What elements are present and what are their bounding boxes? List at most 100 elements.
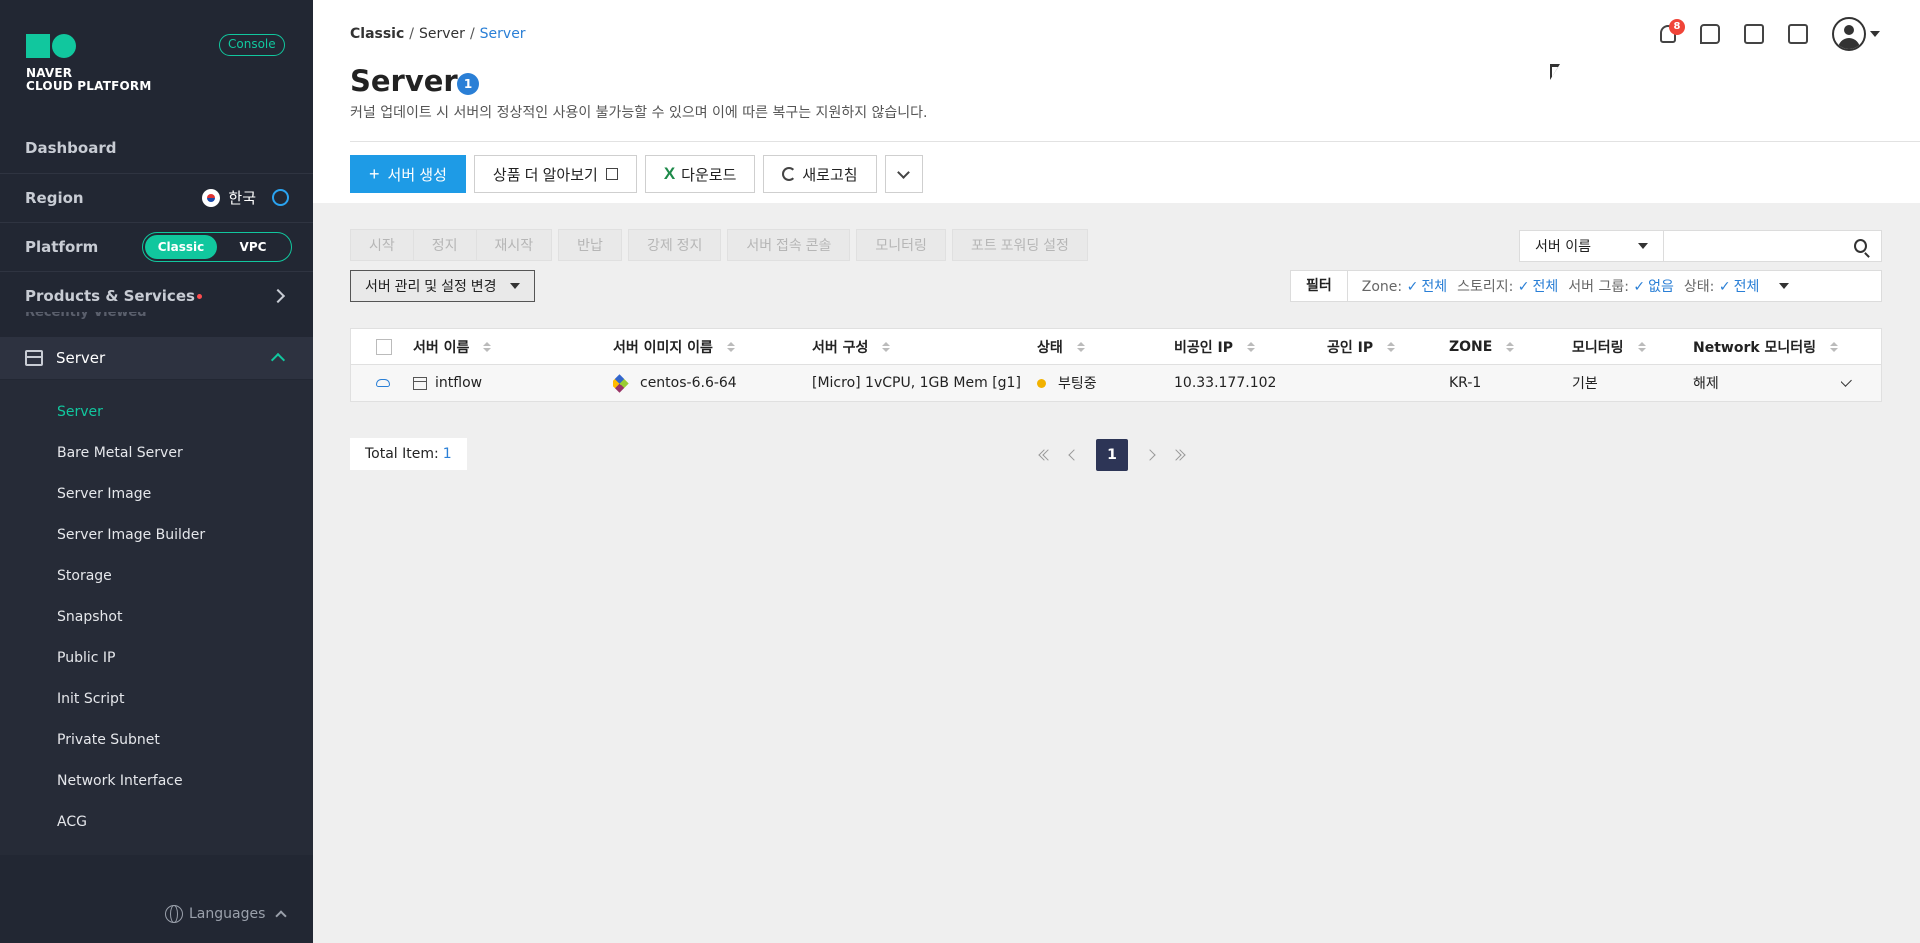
caret-down-icon: [1870, 31, 1880, 37]
restart-button[interactable]: 재시작: [476, 229, 553, 261]
submenu-item-storage[interactable]: Storage: [0, 556, 313, 597]
breadcrumb-item-server[interactable]: Server: [419, 26, 465, 42]
submenu-item-private-subnet[interactable]: Private Subnet: [0, 720, 313, 761]
search-icon[interactable]: [1853, 239, 1867, 253]
breadcrumb-item-classic[interactable]: Classic: [350, 26, 404, 42]
server-submenu: Server Bare Metal Server Server Image Se…: [0, 380, 313, 855]
gear-icon[interactable]: [272, 189, 289, 206]
search-field-select[interactable]: 서버 이름: [1520, 231, 1664, 261]
plus-icon: +: [369, 163, 380, 184]
submenu-item-init-script[interactable]: Init Script: [0, 679, 313, 720]
column-network-monitoring[interactable]: Network 모니터링: [1693, 329, 1873, 364]
divider: [350, 141, 1920, 142]
filter-storage[interactable]: 스토리지: ✓ 전체: [1457, 276, 1558, 296]
pagination: 1: [1038, 439, 1186, 471]
server-name[interactable]: intflow: [435, 375, 482, 391]
next-page-icon[interactable]: [1144, 449, 1156, 461]
kernel-notice: 커널 업데이트 시 서버의 정상적인 사용이 불가능할 수 있으며 이에 따른 …: [350, 105, 928, 121]
last-page-icon[interactable]: [1170, 449, 1186, 461]
current-page[interactable]: 1: [1096, 439, 1128, 471]
dashboard-label: Dashboard: [25, 139, 117, 157]
return-button[interactable]: 반납: [558, 229, 622, 261]
column-image-name[interactable]: 서버 이미지 이름: [613, 329, 812, 364]
sort-icon: [1637, 341, 1646, 352]
sort-icon: [1076, 341, 1085, 352]
platform-toggle[interactable]: Classic VPC: [142, 231, 292, 262]
start-button[interactable]: 시작: [350, 229, 414, 261]
check-icon: ✓: [1633, 279, 1646, 295]
korea-flag-icon: [202, 188, 221, 207]
column-private-ip[interactable]: 비공인 IP: [1174, 329, 1327, 364]
search-input[interactable]: [1663, 231, 1854, 261]
force-stop-button[interactable]: 강제 정지: [627, 229, 722, 261]
submenu-item-snapshot[interactable]: Snapshot: [0, 597, 313, 638]
submenu-item-server[interactable]: Server: [0, 392, 313, 433]
sidebar-item-dashboard[interactable]: Dashboard: [0, 124, 313, 172]
filter-bar[interactable]: 필터 Zone: ✓ 전체 스토리지: ✓ 전체 서버 그룹: ✓ 없음 상태: ✓ 전…: [1290, 270, 1882, 302]
first-page-icon[interactable]: [1038, 449, 1054, 461]
region-selector[interactable]: 한국: [202, 187, 289, 208]
column-spec[interactable]: 서버 구성: [812, 329, 1037, 364]
table-row[interactable]: intflow centos-6.6-64 [Micro] 1vCPU, 1GB…: [351, 365, 1881, 401]
chat-icon[interactable]: [1700, 24, 1720, 44]
console-badge[interactable]: Console: [219, 34, 285, 56]
submenu-item-public-ip[interactable]: Public IP: [0, 638, 313, 679]
sidebar-region: Region 한국: [0, 173, 313, 221]
port-forwarding-button[interactable]: 포트 포워딩 설정: [951, 229, 1088, 261]
status-dot-icon: [1037, 378, 1046, 388]
excel-icon: X: [663, 164, 676, 183]
caret-down-icon[interactable]: [1779, 283, 1790, 289]
server-console-button[interactable]: 서버 접속 콘솔: [727, 229, 851, 261]
monitoring-button[interactable]: 모니터링: [856, 229, 946, 261]
filter-status[interactable]: 상태: ✓ 전체: [1684, 276, 1759, 296]
server-table: 서버 이름 서버 이미지 이름 서버 구성 상태 비공인 IP 공인 IP ZO…: [350, 328, 1882, 402]
column-server-name[interactable]: 서버 이름: [413, 329, 613, 364]
column-zone[interactable]: ZONE: [1449, 329, 1572, 364]
create-server-button[interactable]: + 서버 생성: [350, 155, 466, 193]
sort-icon: [726, 341, 735, 352]
recently-viewed-label: Recently Viewed: [25, 312, 147, 320]
download-button[interactable]: X 다운로드: [644, 155, 756, 193]
toolbar: + 서버 생성 상품 더 알아보기 X 다운로드 새로고침: [350, 155, 923, 193]
filter-zone[interactable]: Zone: ✓ 전체: [1362, 276, 1447, 296]
sidebar-section-server[interactable]: Server: [0, 337, 313, 379]
refresh-icon: [782, 167, 797, 181]
check-icon: ✓: [1718, 279, 1731, 295]
column-status[interactable]: 상태: [1037, 329, 1174, 364]
user-menu[interactable]: [1832, 17, 1880, 51]
submenu-item-server-image[interactable]: Server Image: [0, 474, 313, 515]
filter-label: 필터: [1291, 271, 1348, 301]
submenu-item-acg[interactable]: ACG: [0, 802, 313, 843]
user-icon: [1832, 17, 1866, 51]
notes-icon[interactable]: [1744, 24, 1764, 44]
server-manage-dropdown[interactable]: 서버 관리 및 설정 변경: [350, 270, 536, 302]
more-dropdown-button[interactable]: [884, 155, 923, 193]
server-count-badge: 1: [457, 73, 479, 95]
column-monitoring[interactable]: 모니터링: [1572, 329, 1693, 364]
sidebar-platform: Platform Classic VPC: [0, 222, 313, 270]
submenu-item-bare-metal-server[interactable]: Bare Metal Server: [0, 433, 313, 474]
image-name: centos-6.6-64: [640, 375, 737, 391]
table-header: 서버 이름 서버 이미지 이름 서버 구성 상태 비공인 IP 공인 IP ZO…: [351, 329, 1881, 365]
submenu-item-network-interface[interactable]: Network Interface: [0, 761, 313, 802]
external-link-icon: [605, 168, 618, 180]
filter-server-group[interactable]: 서버 그룹: ✓ 없음: [1568, 276, 1674, 296]
learn-more-button[interactable]: 상품 더 알아보기: [473, 155, 637, 193]
expand-chevron-icon[interactable]: [1841, 374, 1852, 387]
platform-option-vpc[interactable]: VPC: [217, 235, 289, 259]
prev-page-icon[interactable]: [1068, 449, 1080, 461]
logo-mark: [26, 34, 151, 58]
column-public-ip[interactable]: 공인 IP: [1327, 329, 1449, 364]
platform-option-classic[interactable]: Classic: [145, 234, 217, 259]
stop-button[interactable]: 정지: [413, 229, 477, 261]
chevron-right-icon: [270, 288, 286, 303]
bell-icon[interactable]: 8: [1660, 19, 1685, 43]
submenu-item-server-image-builder[interactable]: Server Image Builder: [0, 515, 313, 556]
naver-cloud-logo[interactable]: NAVER CLOUD PLATFORM: [26, 34, 151, 93]
select-all-checkbox[interactable]: [376, 338, 392, 355]
languages-button[interactable]: Languages: [165, 905, 288, 923]
section-label: Server: [56, 349, 106, 367]
refresh-button[interactable]: 새로고침: [763, 155, 877, 193]
info-icon[interactable]: [1788, 24, 1808, 44]
server-spec: [Micro] 1vCPU, 1GB Mem [g1]: [812, 375, 1021, 391]
